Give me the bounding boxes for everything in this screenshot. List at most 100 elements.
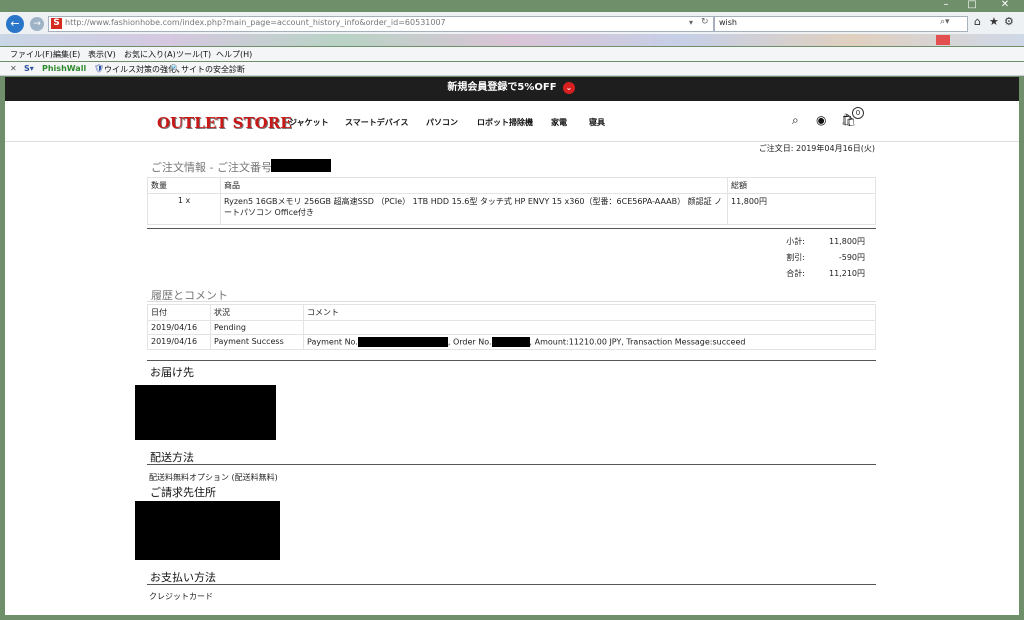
summary-value: 11,210円 bbox=[829, 269, 865, 278]
payment-method: クレジットカード bbox=[149, 592, 213, 601]
refresh-icon[interactable]: ↻ bbox=[701, 17, 709, 27]
minimize-icon[interactable]: – bbox=[934, 0, 958, 10]
close-window-icon[interactable]: ✕ bbox=[990, 0, 1020, 10]
order-info-title: ご注文情報 - ご注文番号 # bbox=[151, 161, 285, 174]
window-titlebar: – □ ✕ bbox=[0, 0, 1024, 12]
history-date: 2019/04/16 bbox=[147, 334, 211, 350]
redacted-delivery-address bbox=[135, 385, 276, 440]
menu-help[interactable]: ヘルプ(H) bbox=[216, 49, 252, 60]
redacted-order-number bbox=[491, 337, 530, 347]
divider bbox=[147, 464, 876, 465]
user-icon[interactable]: ◉ bbox=[816, 113, 826, 127]
magnifier-icon: 🔍 bbox=[170, 64, 180, 73]
menu-favorites[interactable]: お気に入り(A) bbox=[124, 49, 176, 60]
redacted-billing-address bbox=[135, 501, 280, 560]
history-comment: Payment No. , Order No. , Amount:11210.00 … bbox=[303, 334, 876, 350]
delivery-title: お届け先 bbox=[150, 366, 194, 379]
payment-title: お支払い方法 bbox=[150, 571, 216, 584]
chevron-down-icon[interactable]: ⌄ bbox=[563, 82, 575, 94]
toolbar-close-icon[interactable]: ✕ bbox=[10, 64, 17, 73]
shipping-method: 配送料無料オプション (配送料無料) bbox=[149, 473, 278, 482]
site-header: OUTLET STORE ジャケット スマートデバイス パソコン ロボット掃除機… bbox=[5, 101, 1019, 142]
menu-tools[interactable]: ツール(T) bbox=[176, 49, 211, 60]
address-dropdown-icon[interactable]: ▾ bbox=[689, 18, 693, 27]
order-summary: 小計: 11,800円 割引: -590円 合計: 11,210円 bbox=[745, 236, 865, 284]
maximize-icon[interactable]: □ bbox=[960, 0, 984, 10]
site-logo[interactable]: OUTLET STORE bbox=[157, 114, 292, 132]
comment-part: Payment No. bbox=[307, 337, 358, 347]
site-check-button[interactable]: サイトの安全診断 bbox=[181, 64, 245, 75]
comment-part: , Amount:11210.00 JPY, Transaction Messa… bbox=[529, 337, 746, 347]
divider bbox=[147, 360, 876, 361]
column-header-qty: 数量 bbox=[147, 177, 221, 194]
phishwall-button[interactable]: PhishWall bbox=[42, 64, 86, 73]
summary-label: 小計: bbox=[786, 237, 805, 246]
web-page: 新規会員登録で5%OFF ⌄ OUTLET STORE ジャケット スマートデバ… bbox=[5, 77, 1019, 615]
summary-label: 割引: bbox=[786, 253, 805, 262]
summary-label: 合計: bbox=[786, 269, 805, 278]
menu-edit[interactable]: 編集(E) bbox=[53, 49, 80, 60]
nav-smart-device[interactable]: スマートデバイス bbox=[345, 117, 409, 128]
cart-count-badge: 0 bbox=[852, 107, 864, 119]
tab-strip[interactable] bbox=[0, 34, 1024, 46]
divider bbox=[147, 301, 876, 302]
promo-banner[interactable]: 新規会員登録で5%OFF ⌄ bbox=[5, 77, 1019, 101]
forward-arrow-icon[interactable]: → bbox=[30, 17, 44, 31]
security-toolbar: ✕ S▾ PhishWall 🛡 ウイルス対策の強化 🔍 サイトの安全診断 bbox=[0, 62, 1024, 76]
summary-row-subtotal: 小計: 11,800円 bbox=[745, 236, 865, 252]
virus-shield-icon: 🛡 bbox=[94, 64, 105, 73]
table-row: 2019/04/16 Payment Success Payment No. , … bbox=[147, 334, 876, 350]
site-favicon-icon: S bbox=[51, 18, 62, 29]
menu-view[interactable]: 表示(V) bbox=[88, 49, 116, 60]
summary-row-discount: 割引: -590円 bbox=[745, 252, 865, 268]
browser-search-text: wish bbox=[719, 18, 738, 27]
column-header-date: 日付 bbox=[147, 304, 211, 321]
summary-value: 11,800円 bbox=[829, 237, 865, 246]
nav-robot-vacuum[interactable]: ロボット掃除機 bbox=[477, 117, 533, 128]
history-status: Pending bbox=[210, 320, 304, 335]
billing-title: ご請求先住所 bbox=[150, 486, 216, 499]
url-text: http://www.fashionhobe.com/index.php?mai… bbox=[65, 18, 446, 27]
redacted-order-number bbox=[271, 159, 331, 172]
divider bbox=[147, 584, 876, 585]
item-name[interactable]: Ryzen5 16GBメモリ 256GB 超高速SSD （PCIe） 1TB H… bbox=[220, 193, 728, 225]
summary-row-total: 合計: 11,210円 bbox=[745, 268, 865, 284]
search-icon[interactable]: ⌕ bbox=[792, 113, 799, 128]
shipping-title: 配送方法 bbox=[150, 451, 194, 464]
table-row: 1 x Ryzen5 16GBメモリ 256GB 超高速SSD （PCIe） 1… bbox=[147, 193, 876, 225]
back-arrow-icon[interactable]: ← bbox=[6, 15, 24, 33]
table-header-row: 日付 状況 コメント bbox=[147, 304, 876, 321]
item-qty: 1 x bbox=[147, 193, 221, 225]
virus-protection-button[interactable]: ウイルス対策の強化 bbox=[104, 64, 176, 75]
redacted-payment-number bbox=[357, 337, 448, 347]
history-date: 2019/04/16 bbox=[147, 320, 211, 335]
tab-icon[interactable] bbox=[936, 35, 950, 45]
item-total: 11,800円 bbox=[727, 193, 876, 225]
history-comment bbox=[303, 320, 876, 335]
address-bar[interactable]: S http://www.fashionhobe.com/index.php?m… bbox=[48, 16, 714, 32]
table-row: 2019/04/16 Pending bbox=[147, 320, 876, 335]
table-header-row: 数量 商品 総額 bbox=[147, 177, 876, 194]
comment-part: , Order No. bbox=[447, 337, 492, 347]
column-header-status: 状況 bbox=[210, 304, 304, 321]
summary-value: -590円 bbox=[838, 253, 865, 262]
nav-jacket[interactable]: ジャケット bbox=[289, 117, 329, 128]
nav-pc[interactable]: パソコン bbox=[426, 117, 458, 128]
column-header-product: 商品 bbox=[220, 177, 728, 194]
promo-text: 新規会員登録で5%OFF bbox=[447, 82, 557, 93]
browser-search-box[interactable]: wish ⌕▾ bbox=[714, 16, 968, 32]
gear-icon[interactable]: ⚙ bbox=[1004, 15, 1014, 28]
order-items-table: 数量 商品 総額 1 x Ryzen5 16GBメモリ 256GB 超高速SSD… bbox=[147, 177, 876, 225]
home-icon[interactable]: ⌂ bbox=[974, 15, 981, 28]
favorites-star-icon[interactable]: ★ bbox=[989, 15, 999, 28]
column-header-total: 総額 bbox=[727, 177, 876, 194]
nav-bedding[interactable]: 寝具 bbox=[589, 117, 605, 128]
nav-appliances[interactable]: 家電 bbox=[551, 117, 567, 128]
order-date: ご注文日: 2019年04月16日(火) bbox=[758, 144, 875, 153]
column-header-comment: コメント bbox=[303, 304, 876, 321]
search-icon[interactable]: ⌕▾ bbox=[940, 17, 950, 27]
history-status: Payment Success bbox=[210, 334, 304, 350]
divider bbox=[147, 228, 876, 229]
history-table: 日付 状況 コメント 2019/04/16 Pending 2019/04/16… bbox=[147, 304, 876, 350]
menu-file[interactable]: ファイル(F) bbox=[10, 49, 53, 60]
